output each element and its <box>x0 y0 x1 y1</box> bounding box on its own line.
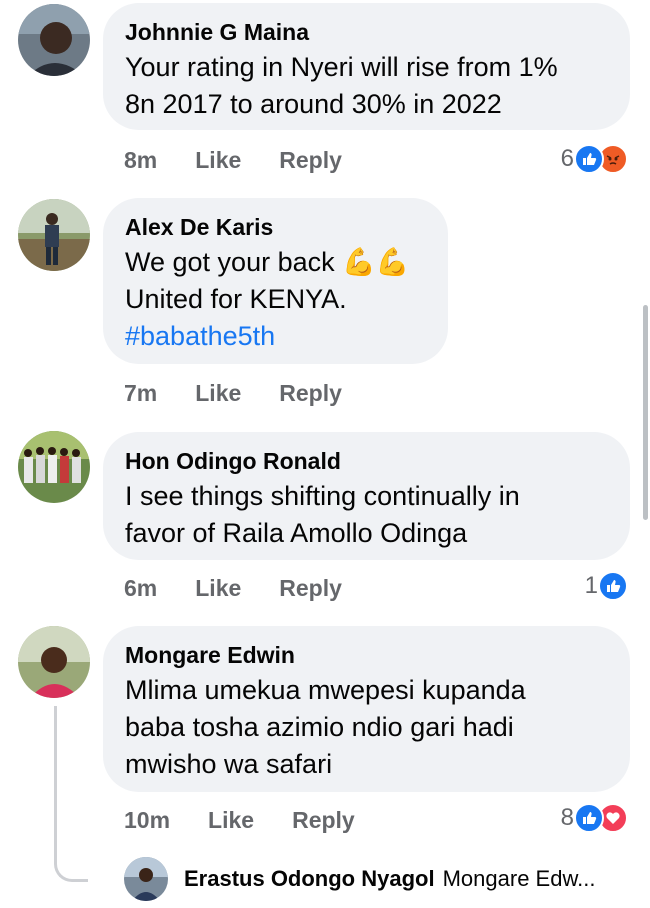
avatar[interactable] <box>18 431 90 503</box>
comment-bubble: Mongare Edwin Mlima umekua mwepesi kupan… <box>103 626 630 792</box>
comment-line: mwisho wa safari <box>125 749 333 779</box>
avatar[interactable] <box>18 626 90 698</box>
comment-timestamp[interactable]: 10m <box>124 807 170 834</box>
reaction-summary[interactable]: 1 <box>585 571 628 601</box>
comment-line: United for KENYA. <box>125 284 347 314</box>
reply-preview[interactable]: Erastus Odongo Nyagol Mongare Edw... <box>124 857 595 901</box>
reply-button[interactable]: Reply <box>292 807 355 834</box>
comment-author[interactable]: Alex De Karis <box>125 214 426 240</box>
comment-timestamp[interactable]: 6m <box>124 575 157 602</box>
comment-line: Mlima umekua mwepesi kupanda <box>125 675 526 705</box>
comment-text: Your rating in Nyeri will rise from 1% 8… <box>125 49 608 123</box>
like-button[interactable]: Like <box>195 575 241 602</box>
reply-preview-text: Mongare Edw... <box>442 866 596 891</box>
reply-thread-line <box>54 706 88 882</box>
comment-line: 8n 2017 to around 30% in 2022 <box>125 89 502 119</box>
reply-author[interactable]: Erastus Odongo Nyagol <box>184 866 435 892</box>
comment-actions: 7m Like Reply <box>124 380 342 407</box>
comment-line: Your rating in Nyeri will rise from 1% <box>125 52 558 82</box>
comment-timestamp[interactable]: 7m <box>124 380 157 407</box>
reply-button[interactable]: Reply <box>279 575 342 602</box>
like-icon <box>598 571 628 601</box>
like-button[interactable]: Like <box>195 380 241 407</box>
comment-actions: 8m Like Reply <box>124 147 342 174</box>
comment-bubble: Hon Odingo Ronald I see things shifting … <box>103 432 630 560</box>
comment-bubble: Johnnie G Maina Your rating in Nyeri wil… <box>103 3 630 130</box>
comment-text: We got your back 💪💪 United for KENYA. #b… <box>125 244 426 355</box>
reaction-summary[interactable]: 6 <box>561 144 628 174</box>
reply-button[interactable]: Reply <box>279 380 342 407</box>
reaction-count: 8 <box>560 804 574 831</box>
comment-line: We got your back 💪💪 <box>125 247 410 277</box>
comment-text: Mlima umekua mwepesi kupanda baba tosha … <box>125 672 608 783</box>
like-button[interactable]: Like <box>208 807 254 834</box>
comment-author[interactable]: Mongare Edwin <box>125 642 608 668</box>
comment-line: I see things shifting continually in <box>125 481 520 511</box>
comment-actions: 10m Like Reply <box>124 807 355 834</box>
comment-text: I see things shifting continually in fav… <box>125 478 608 552</box>
comment-bubble: Alex De Karis We got your back 💪💪 United… <box>103 198 448 364</box>
scrollbar[interactable] <box>643 305 648 520</box>
avatar[interactable] <box>18 4 90 76</box>
reaction-summary[interactable]: 8 <box>561 803 628 833</box>
comment-timestamp[interactable]: 8m <box>124 147 157 174</box>
avatar[interactable] <box>18 199 90 271</box>
comment-line: favor of Raila Amollo Odinga <box>125 518 468 548</box>
reaction-count: 6 <box>560 145 574 172</box>
comment-author[interactable]: Hon Odingo Ronald <box>125 448 608 474</box>
like-button[interactable]: Like <box>195 147 241 174</box>
comment-author[interactable]: Johnnie G Maina <box>125 19 608 45</box>
comment-actions: 6m Like Reply <box>124 575 342 602</box>
hashtag-link[interactable]: #babathe5th <box>125 318 426 355</box>
reaction-count: 1 <box>584 572 598 599</box>
reply-button[interactable]: Reply <box>279 147 342 174</box>
comment-line: baba tosha azimio ndio gari hadi <box>125 712 514 742</box>
like-icon <box>574 144 604 174</box>
avatar[interactable] <box>124 857 168 901</box>
like-icon <box>574 803 604 833</box>
